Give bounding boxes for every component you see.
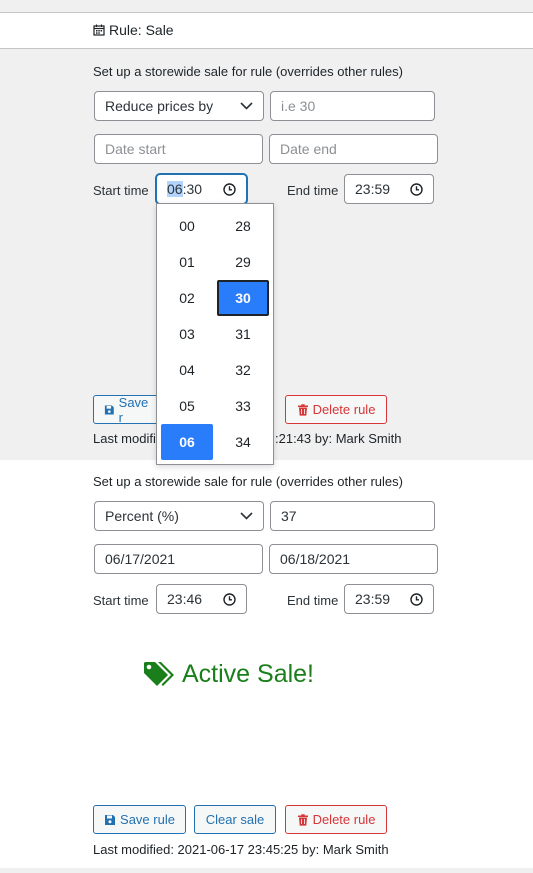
trash-icon xyxy=(297,403,308,416)
rule2-date-start-input[interactable]: 06/17/2021 xyxy=(94,544,263,574)
rule2-end-time-input[interactable]: 23:59 xyxy=(344,584,434,614)
rule1-end-time-value: 23:59 xyxy=(355,181,391,197)
active-sale-text: Active Sale! xyxy=(182,660,315,688)
rule2-modified: Last modified: 2021-06-17 23:45:25 by: M… xyxy=(93,842,389,857)
minute-option[interactable]: 33 xyxy=(217,388,269,424)
time-picker-dropdown: 00 01 02 03 04 05 06 28 29 30 31 32 33 34 xyxy=(156,203,274,465)
minute-option[interactable]: 30 xyxy=(217,280,269,316)
hour-option[interactable]: 05 xyxy=(161,388,213,424)
rule2-type-select[interactable]: Percent (%) xyxy=(94,501,264,531)
rule1-date-end-placeholder: Date end xyxy=(280,141,337,157)
rule2-value-input[interactable]: 37 xyxy=(270,501,435,531)
chevron-down-icon xyxy=(240,512,253,520)
rule1-date-start-input[interactable]: Date start xyxy=(94,134,263,164)
clock-icon[interactable] xyxy=(410,182,423,196)
rule2-date-start-value: 06/17/2021 xyxy=(105,551,176,567)
trash-icon xyxy=(297,813,308,826)
rule2-save-label: Save rule xyxy=(120,812,175,827)
rule1-delete-button[interactable]: Delete rule xyxy=(285,395,387,424)
rule2-value: 37 xyxy=(281,508,297,524)
rule2-end-time-label: End time xyxy=(287,593,339,608)
rule1-value-placeholder: i.e 30 xyxy=(281,98,316,114)
clock-icon[interactable] xyxy=(410,592,423,606)
rule1-start-minutes: :30 xyxy=(182,181,203,197)
tags-icon xyxy=(144,661,174,686)
rule1-start-hours: 06 xyxy=(167,181,183,197)
rule2-clear-button[interactable]: Clear sale xyxy=(194,805,276,834)
hour-option[interactable]: 01 xyxy=(161,244,213,280)
active-sale-status: Active Sale! xyxy=(143,660,314,689)
rule1-value-input[interactable]: i.e 30 xyxy=(270,91,435,121)
rule2-description: Set up a storewide sale for rule (overri… xyxy=(93,474,403,489)
rule1-date-start-placeholder: Date start xyxy=(105,141,166,157)
rule-title: Rule: Sale xyxy=(93,22,174,38)
rule1-start-time-value: 06:30 xyxy=(167,181,202,197)
hour-option[interactable]: 02 xyxy=(161,280,213,316)
top-bar xyxy=(0,0,533,13)
hour-option[interactable]: 00 xyxy=(161,208,213,244)
rule2-type-value: Percent (%) xyxy=(105,508,179,524)
rule1-save-button[interactable]: Save r xyxy=(93,394,163,425)
rule1-end-time-label: End time xyxy=(287,183,339,198)
minute-option[interactable]: 28 xyxy=(217,208,269,244)
rule1-type-select[interactable]: Reduce prices by xyxy=(94,91,264,121)
rule2-start-time-value: 23:46 xyxy=(167,591,203,607)
rule1-date-end-input[interactable]: Date end xyxy=(269,134,438,164)
rule1-delete-label: Delete rule xyxy=(312,402,376,417)
rule-header xyxy=(0,13,533,49)
hour-option[interactable]: 04 xyxy=(161,352,213,388)
rule2-start-time-label: Start time xyxy=(93,593,149,608)
clock-icon[interactable] xyxy=(223,182,236,196)
rule1-start-time-input[interactable]: 06:30 xyxy=(156,174,247,204)
chevron-down-icon xyxy=(240,102,253,110)
rule1-type-value: Reduce prices by xyxy=(105,98,214,114)
hour-option[interactable]: 03 xyxy=(161,316,213,352)
rule2-delete-label: Delete rule xyxy=(312,812,376,827)
save-icon xyxy=(104,405,114,414)
rule1-save-label: Save r xyxy=(118,394,149,425)
calendar-icon xyxy=(93,24,105,36)
minute-option[interactable]: 31 xyxy=(217,316,269,352)
rule2-start-time-input[interactable]: 23:46 xyxy=(156,584,247,614)
minute-option[interactable]: 32 xyxy=(217,352,269,388)
rule2-save-button[interactable]: Save rule xyxy=(93,805,186,834)
rule1-end-time-input[interactable]: 23:59 xyxy=(344,174,434,204)
minute-option[interactable]: 34 xyxy=(217,424,269,460)
rule2-date-end-input[interactable]: 06/18/2021 xyxy=(269,544,438,574)
rule2-end-time-value: 23:59 xyxy=(355,591,391,607)
rule1-modified-right: :21:43 by: Mark Smith xyxy=(275,431,402,446)
save-icon xyxy=(105,814,116,825)
rule1-description: Set up a storewide sale for rule (overri… xyxy=(93,64,403,79)
rule2-delete-button[interactable]: Delete rule xyxy=(285,805,387,834)
rule2-date-end-value: 06/18/2021 xyxy=(280,551,351,567)
rule2-clear-label: Clear sale xyxy=(205,812,265,827)
bottom-strip xyxy=(0,868,533,873)
rule1-start-time-label: Start time xyxy=(93,183,149,198)
rule-title-text: Rule: Sale xyxy=(109,22,174,38)
hour-option[interactable]: 06 xyxy=(161,424,213,460)
minute-option[interactable]: 29 xyxy=(217,244,269,280)
rule1-modified-left: Last modifi xyxy=(93,431,156,446)
clock-icon[interactable] xyxy=(223,592,236,606)
